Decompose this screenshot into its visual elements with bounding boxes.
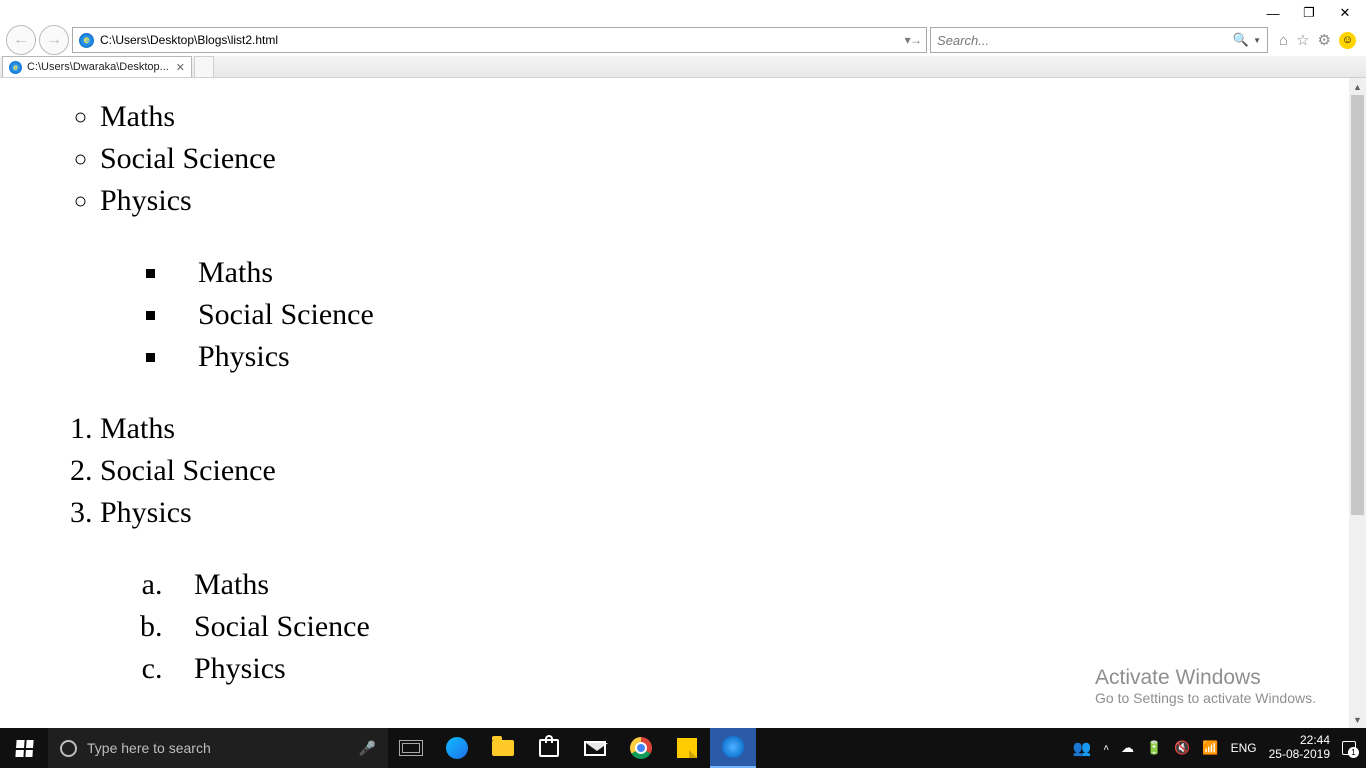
- list-item: Physics: [100, 180, 1366, 222]
- vertical-scrollbar[interactable]: ▲ ▼: [1349, 78, 1366, 728]
- task-view-button[interactable]: [388, 728, 434, 768]
- list-item: Physics: [170, 648, 1366, 690]
- maximize-button[interactable]: ❐: [1302, 5, 1316, 21]
- internet-explorer-button[interactable]: [710, 728, 756, 768]
- action-center-icon[interactable]: [1342, 741, 1356, 755]
- address-bar[interactable]: e C:\Users\Desktop\Blogs\list2.html ▾ →: [72, 27, 927, 53]
- tab-strip: e C:\Users\Dwaraka\Desktop... ✕: [0, 56, 1366, 78]
- list-decimal: Maths Social Science Physics: [40, 408, 1366, 534]
- search-box[interactable]: Search... 🔍 ▼: [930, 27, 1268, 53]
- tray-overflow-icon[interactable]: ˄: [1103, 743, 1109, 754]
- tools-icon[interactable]: ⚙: [1318, 31, 1331, 49]
- minimize-button[interactable]: —: [1266, 6, 1280, 21]
- scroll-down-icon[interactable]: ▼: [1349, 711, 1366, 728]
- list-item: Social Science: [100, 138, 1366, 180]
- list-item: Maths: [170, 252, 1366, 294]
- wifi-icon[interactable]: 📶: [1202, 740, 1218, 756]
- tab-title: C:\Users\Dwaraka\Desktop...: [27, 61, 169, 73]
- page-body: Maths Social Science Physics Maths Socia…: [0, 78, 1366, 690]
- list-circle: Maths Social Science Physics: [40, 96, 1366, 222]
- tab-close-icon[interactable]: ✕: [176, 61, 185, 74]
- new-tab-button[interactable]: [194, 56, 214, 77]
- taskbar-search-placeholder: Type here to search: [87, 740, 211, 756]
- list-item: Maths: [100, 408, 1366, 450]
- browser-toolbar: ← → e C:\Users\Desktop\Blogs\list2.html …: [0, 24, 1366, 56]
- feedback-icon[interactable]: ☺: [1339, 32, 1356, 49]
- list-alpha: Maths Social Science Physics: [40, 564, 1366, 690]
- scroll-up-icon[interactable]: ▲: [1349, 78, 1366, 95]
- page-viewport: Maths Social Science Physics Maths Socia…: [0, 78, 1366, 728]
- list-item: Physics: [100, 492, 1366, 534]
- search-dropdown-icon[interactable]: ▼: [1249, 36, 1261, 45]
- taskbar-search[interactable]: Type here to search 🎤: [48, 728, 388, 768]
- list-item: Maths: [100, 96, 1366, 138]
- forward-button[interactable]: →: [39, 25, 69, 55]
- list-item: Physics: [170, 336, 1366, 378]
- store-button[interactable]: [526, 728, 572, 768]
- address-url: C:\Users\Desktop\Blogs\list2.html: [100, 33, 278, 47]
- cortana-icon: [60, 740, 77, 757]
- tab-active[interactable]: e C:\Users\Dwaraka\Desktop... ✕: [2, 56, 192, 77]
- search-placeholder: Search...: [937, 33, 989, 48]
- favorites-icon[interactable]: ☆: [1296, 31, 1309, 49]
- onedrive-icon[interactable]: ☁: [1121, 740, 1134, 756]
- list-item: Social Science: [170, 606, 1366, 648]
- windows-icon: [15, 740, 33, 757]
- ie-icon: e: [79, 33, 94, 48]
- sticky-notes-button[interactable]: [664, 728, 710, 768]
- close-button[interactable]: ✕: [1338, 5, 1352, 21]
- list-square: Maths Social Science Physics: [40, 252, 1366, 378]
- file-explorer-button[interactable]: [480, 728, 526, 768]
- language-indicator[interactable]: ENG: [1231, 741, 1257, 755]
- list-item: Maths: [170, 564, 1366, 606]
- edge-button[interactable]: [434, 728, 480, 768]
- battery-icon[interactable]: 🔋: [1146, 740, 1162, 756]
- list-item: Social Science: [170, 294, 1366, 336]
- list-item: Social Science: [100, 450, 1366, 492]
- back-button[interactable]: ←: [6, 25, 36, 55]
- clock-date: 25-08-2019: [1269, 748, 1330, 762]
- address-go-icon[interactable]: ▾ →: [899, 33, 920, 47]
- home-icon[interactable]: ⌂: [1279, 32, 1288, 49]
- tab-favicon: e: [9, 61, 22, 74]
- chrome-button[interactable]: [618, 728, 664, 768]
- mic-icon[interactable]: 🎤: [359, 740, 376, 757]
- taskbar-clock[interactable]: 22:44 25-08-2019: [1269, 734, 1330, 762]
- scroll-thumb[interactable]: [1351, 95, 1364, 515]
- taskbar: Type here to search 🎤 👥 ˄ ☁ 🔋 🔇 📶 ENG 22…: [0, 728, 1366, 768]
- taskbar-pinned: [388, 728, 756, 768]
- search-icon[interactable]: 🔍: [1233, 32, 1249, 48]
- system-tray: 👥 ˄ ☁ 🔋 🔇 📶 ENG 22:44 25-08-2019: [1063, 728, 1366, 768]
- start-button[interactable]: [0, 728, 48, 768]
- volume-icon[interactable]: 🔇: [1174, 740, 1190, 756]
- clock-time: 22:44: [1269, 734, 1330, 748]
- people-icon[interactable]: 👥: [1073, 739, 1092, 757]
- mail-button[interactable]: [572, 728, 618, 768]
